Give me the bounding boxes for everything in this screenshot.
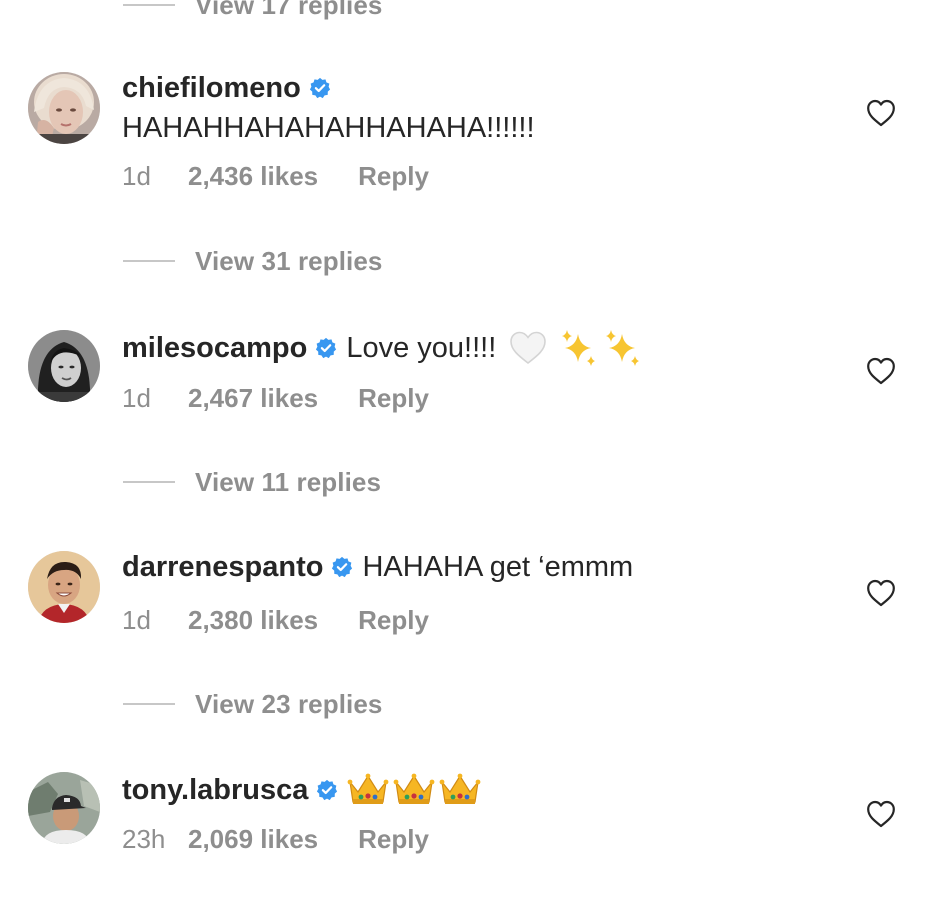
like-heart-icon[interactable] (866, 99, 896, 127)
replies-divider (123, 481, 175, 483)
like-heart-icon[interactable] (866, 800, 896, 828)
avatar[interactable] (28, 330, 100, 402)
crown-icon (348, 773, 389, 804)
replies-divider (123, 703, 175, 705)
username-link[interactable]: tony.labrusca (122, 772, 308, 808)
like-heart-icon[interactable] (866, 357, 896, 385)
comment-item: chiefilomeno HAHAHHAHAHAHHAHAHA!!!!!! 1d… (0, 72, 946, 212)
crown-icon (394, 773, 435, 804)
white-heart-icon (510, 331, 547, 365)
avatar-blonde-woman-icon (28, 72, 100, 144)
view-replies-label: View 17 replies (195, 0, 383, 20)
replies-divider (123, 260, 175, 262)
comment-item: darrenespanto HAHAHA get ‘emmm 1d 2,380 … (0, 551, 946, 691)
view-replies-label: View 23 replies (195, 688, 383, 719)
reply-button[interactable]: Reply (358, 161, 429, 192)
replies-divider (123, 4, 175, 6)
username-link[interactable]: chiefilomeno (122, 70, 301, 106)
comment-item: tony.labrusca 23h 2,069 likes Reply (0, 772, 946, 912)
verified-badge-icon (316, 337, 337, 359)
comment-text: HAHAHHAHAHAHHAHAHA!!!!!! (122, 112, 535, 144)
reply-button[interactable]: Reply (358, 383, 429, 414)
view-replies-button[interactable]: View 11 replies (123, 467, 381, 497)
like-heart-icon[interactable] (866, 579, 896, 607)
verified-badge-icon (317, 779, 338, 801)
comment-age: 1d (122, 383, 151, 413)
view-replies-button[interactable]: View 17 replies (123, 0, 382, 20)
avatar-man-cap-icon (28, 772, 100, 844)
avatar-man-smiling-icon (28, 551, 100, 623)
view-replies-button[interactable]: View 23 replies (123, 689, 382, 719)
username-link[interactable]: darrenespanto (122, 549, 323, 585)
comment-text: Love you!!!! (346, 332, 497, 364)
comment-age: 23h (122, 824, 166, 854)
comment-age: 1d (122, 161, 151, 191)
avatar[interactable] (28, 72, 100, 144)
verified-badge-icon (309, 77, 330, 99)
comment-age: 1d (122, 605, 151, 635)
avatar[interactable] (28, 551, 100, 623)
view-replies-label: View 31 replies (195, 245, 383, 276)
comment-text: HAHAHA get ‘emmm (362, 551, 634, 583)
sparkles-icon (606, 330, 640, 366)
crown-icon (440, 773, 481, 804)
view-replies-button[interactable]: View 31 replies (123, 246, 382, 276)
avatar[interactable] (28, 772, 100, 844)
sparkles-icon (562, 330, 596, 366)
likes-count[interactable]: 2,467 likes (188, 383, 318, 414)
likes-count[interactable]: 2,380 likes (188, 605, 318, 636)
likes-count[interactable]: 2,436 likes (188, 161, 318, 192)
verified-badge-icon (332, 556, 353, 578)
comment-item: milesocampo Love you!!!! 1d 2,467 likes … (0, 330, 946, 470)
likes-count[interactable]: 2,069 likes (188, 824, 318, 855)
reply-button[interactable]: Reply (358, 824, 429, 855)
view-replies-label: View 11 replies (195, 466, 382, 497)
avatar-bw-woman-icon (28, 330, 100, 402)
username-link[interactable]: milesocampo (122, 330, 307, 366)
reply-button[interactable]: Reply (358, 605, 429, 636)
